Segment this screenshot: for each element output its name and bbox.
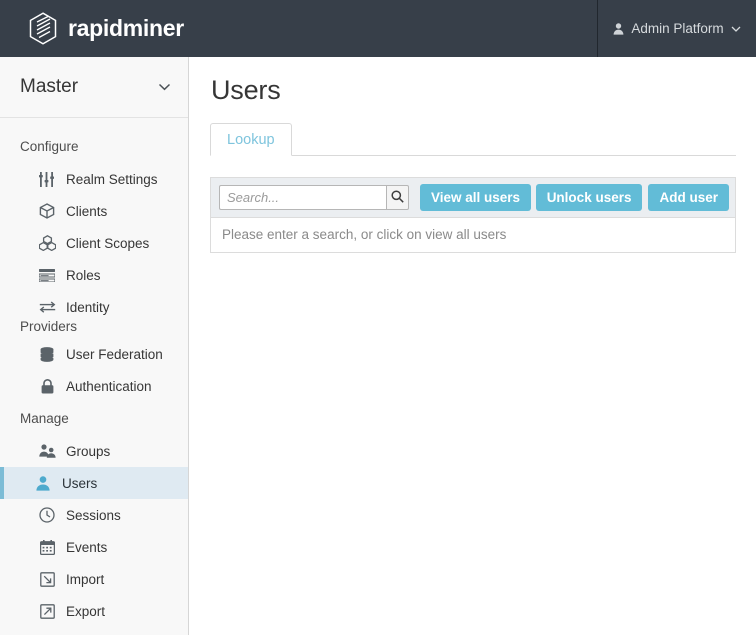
import-arrow-icon <box>38 570 56 588</box>
user-icon <box>34 474 52 492</box>
sidebar-item-label: Identity <box>66 300 110 315</box>
rapidminer-hex-logo-icon <box>28 12 58 45</box>
sidebar-item-label: User Federation <box>66 347 163 362</box>
tab-lookup[interactable]: Lookup <box>210 123 292 156</box>
database-icon <box>38 345 56 363</box>
user-menu-label: Admin Platform <box>631 21 723 36</box>
realm-name: Master <box>20 76 78 98</box>
sidebar: Master Configure Realm Settings <box>0 57 189 635</box>
sidebar-section-configure: Configure <box>0 130 188 163</box>
sidebar-section-manage: Manage <box>0 402 188 435</box>
empty-state-message: Please enter a search, or click on view … <box>211 218 735 252</box>
users-lookup-panel: View all users Unlock users Add user Ple… <box>210 177 736 253</box>
sidebar-item-label: Users <box>62 476 97 491</box>
sidebar-item-realm-settings[interactable]: Realm Settings <box>0 163 188 195</box>
sidebar-item-client-scopes[interactable]: Client Scopes <box>0 227 188 259</box>
unlock-users-button[interactable]: Unlock users <box>536 184 643 211</box>
group-users-icon <box>38 442 56 460</box>
sidebar-item-events[interactable]: Events <box>0 531 188 563</box>
main-content: Users Lookup View all users Unlock use <box>190 57 756 635</box>
sidebar-item-users[interactable]: Users <box>0 467 188 499</box>
sidebar-item-label: Sessions <box>66 508 121 523</box>
top-header: rapidminer Admin Platform <box>0 0 756 57</box>
sidebar-item-sessions[interactable]: Sessions <box>0 499 188 531</box>
list-bars-icon <box>38 266 56 284</box>
calendar-icon <box>38 538 56 556</box>
add-user-button[interactable]: Add user <box>648 184 729 211</box>
chevron-down-icon <box>731 26 741 32</box>
brand-name: rapidminer <box>68 15 184 42</box>
clock-icon <box>38 506 56 524</box>
magnifier-icon <box>391 190 404 206</box>
realm-selector[interactable]: Master <box>0 57 188 118</box>
search-button[interactable] <box>386 185 409 210</box>
sliders-icon <box>38 170 56 188</box>
sidebar-item-label: Authentication <box>66 379 152 394</box>
sidebar-item-label: Roles <box>66 268 101 283</box>
sidebar-item-label: Import <box>66 572 104 587</box>
sidebar-item-label: Realm Settings <box>66 172 158 187</box>
user-menu[interactable]: Admin Platform <box>597 0 756 57</box>
sidebar-item-roles[interactable]: Roles <box>0 259 188 291</box>
sidebar-item-label: Groups <box>66 444 110 459</box>
sidebar-item-authentication[interactable]: Authentication <box>0 370 188 402</box>
lookup-toolbar: View all users Unlock users Add user <box>211 178 735 218</box>
export-arrow-icon <box>38 602 56 620</box>
cube-icon <box>38 202 56 220</box>
sidebar-item-export[interactable]: Export <box>0 595 188 627</box>
sidebar-item-user-federation[interactable]: User Federation <box>0 338 188 370</box>
view-all-users-button[interactable]: View all users <box>420 184 531 211</box>
lock-icon <box>38 377 56 395</box>
sidebar-item-groups[interactable]: Groups <box>0 435 188 467</box>
search-group <box>219 185 409 210</box>
sidebar-item-import[interactable]: Import <box>0 563 188 595</box>
sidebar-item-label: Clients <box>66 204 107 219</box>
cubes-icon <box>38 234 56 252</box>
sidebar-item-identity-providers[interactable]: Identity <box>0 291 188 323</box>
chevron-down-icon <box>158 83 171 91</box>
tab-bar: Lookup <box>210 123 736 156</box>
sidebar-nav: Configure Realm Settings Clients <box>0 118 188 627</box>
brand[interactable]: rapidminer <box>28 12 184 45</box>
sidebar-item-label: Events <box>66 540 107 555</box>
page-title: Users <box>211 75 736 106</box>
sidebar-item-clients[interactable]: Clients <box>0 195 188 227</box>
sidebar-item-label: Export <box>66 604 105 619</box>
user-icon <box>613 23 624 35</box>
sidebar-item-label: Client Scopes <box>66 236 149 251</box>
search-input[interactable] <box>219 185 386 210</box>
exchange-arrows-icon <box>38 298 56 316</box>
